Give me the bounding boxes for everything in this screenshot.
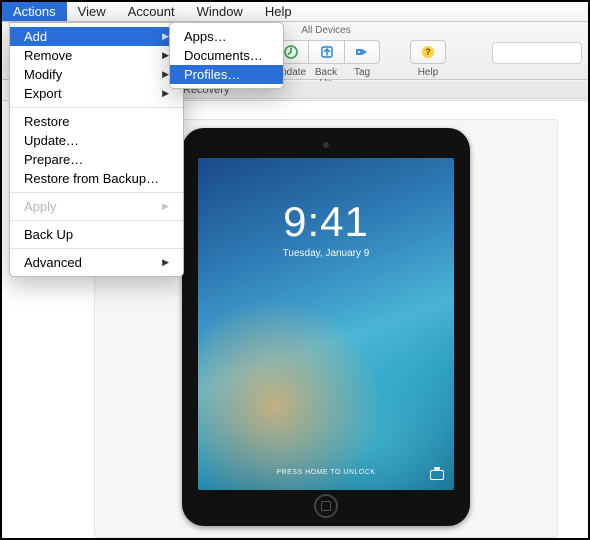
backup-icon — [319, 44, 335, 60]
menu-help[interactable]: Help — [254, 2, 303, 21]
menu-item-label: Profiles… — [184, 67, 240, 82]
menu-view[interactable]: View — [67, 2, 117, 21]
backup-button[interactable] — [308, 40, 344, 64]
menu-item-label: Update… — [24, 133, 79, 148]
device-camera-icon — [323, 142, 329, 148]
submenu-arrow-icon: ▶ — [162, 201, 169, 212]
home-button-icon — [314, 494, 338, 518]
submenu-item-documents[interactable]: Documents… — [170, 46, 283, 65]
toolbar-group-label: All Devices — [301, 25, 350, 37]
menu-separator — [10, 248, 183, 249]
menu-item-apply: Apply ▶ — [10, 197, 183, 216]
search-field[interactable] — [492, 42, 582, 64]
menu-item-update[interactable]: Update… — [10, 131, 183, 150]
menu-actions[interactable]: Actions — [2, 2, 67, 21]
menu-item-label: Documents… — [184, 48, 263, 63]
lockscreen-date: Tuesday, January 9 — [198, 248, 454, 259]
actions-menu: Add ▶ Remove ▶ Modify ▶ Export ▶ Restore… — [9, 22, 184, 277]
menu-item-label: Modify — [24, 67, 62, 82]
svg-text:?: ? — [425, 47, 431, 57]
menu-item-label: Advanced — [24, 255, 82, 270]
submenu-arrow-icon: ▶ — [162, 257, 169, 268]
menu-item-prepare[interactable]: Prepare… — [10, 150, 183, 169]
device-screen: 9:41 Tuesday, January 9 PRESS HOME TO UN… — [198, 158, 454, 490]
menu-item-export[interactable]: Export ▶ — [10, 84, 183, 103]
menu-item-restore[interactable]: Restore — [10, 112, 183, 131]
submenu-arrow-icon: ▶ — [162, 50, 169, 61]
help-button[interactable]: ? — [410, 40, 446, 64]
menu-separator — [10, 107, 183, 108]
menu-item-label: Prepare… — [24, 152, 83, 167]
help-icon: ? — [420, 44, 436, 60]
lockscreen-unlock-hint: PRESS HOME TO UNLOCK — [198, 469, 454, 476]
camera-icon — [430, 470, 444, 480]
menu-item-remove[interactable]: Remove ▶ — [10, 46, 183, 65]
submenu-item-profiles[interactable]: Profiles… — [170, 65, 283, 84]
add-submenu: Apps… Documents… Profiles… — [169, 22, 284, 89]
menu-item-advanced[interactable]: Advanced ▶ — [10, 253, 183, 272]
submenu-arrow-icon: ▶ — [162, 69, 169, 80]
submenu-arrow-icon: ▶ — [162, 31, 169, 42]
menu-item-label: Apps… — [184, 29, 227, 44]
tag-icon — [354, 44, 370, 60]
tag-caption: Tag — [344, 67, 380, 79]
help-caption: Help — [410, 67, 446, 79]
menu-item-label: Apply — [24, 199, 57, 214]
submenu-item-apps[interactable]: Apps… — [170, 27, 283, 46]
submenu-arrow-icon: ▶ — [162, 88, 169, 99]
tag-button[interactable] — [344, 40, 380, 64]
lockscreen-time: 9:41 — [198, 198, 454, 246]
menu-account[interactable]: Account — [117, 2, 186, 21]
ipad-device: 9:41 Tuesday, January 9 PRESS HOME TO UN… — [182, 128, 470, 526]
menu-separator — [10, 192, 183, 193]
menubar: Actions View Account Window Help — [2, 2, 588, 22]
toolbar-help: ? Help — [410, 25, 446, 79]
toolbar-all-devices: All Devices — [272, 25, 380, 79]
menu-item-label: Back Up — [24, 227, 73, 242]
menu-item-label: Restore — [24, 114, 70, 129]
menu-item-label: Export — [24, 86, 62, 101]
menu-item-add[interactable]: Add ▶ — [10, 27, 183, 46]
menu-separator — [10, 220, 183, 221]
app-window: Actions View Account Window Help All Dev… — [0, 0, 590, 540]
menu-window[interactable]: Window — [186, 2, 254, 21]
menu-item-label: Restore from Backup… — [24, 171, 159, 186]
menu-item-modify[interactable]: Modify ▶ — [10, 65, 183, 84]
backup-caption: Back Up — [308, 67, 344, 79]
menu-item-restore-backup[interactable]: Restore from Backup… — [10, 169, 183, 188]
menu-item-back-up[interactable]: Back Up — [10, 225, 183, 244]
menu-item-label: Remove — [24, 48, 72, 63]
menu-item-label: Add — [24, 29, 47, 44]
update-icon — [283, 44, 299, 60]
